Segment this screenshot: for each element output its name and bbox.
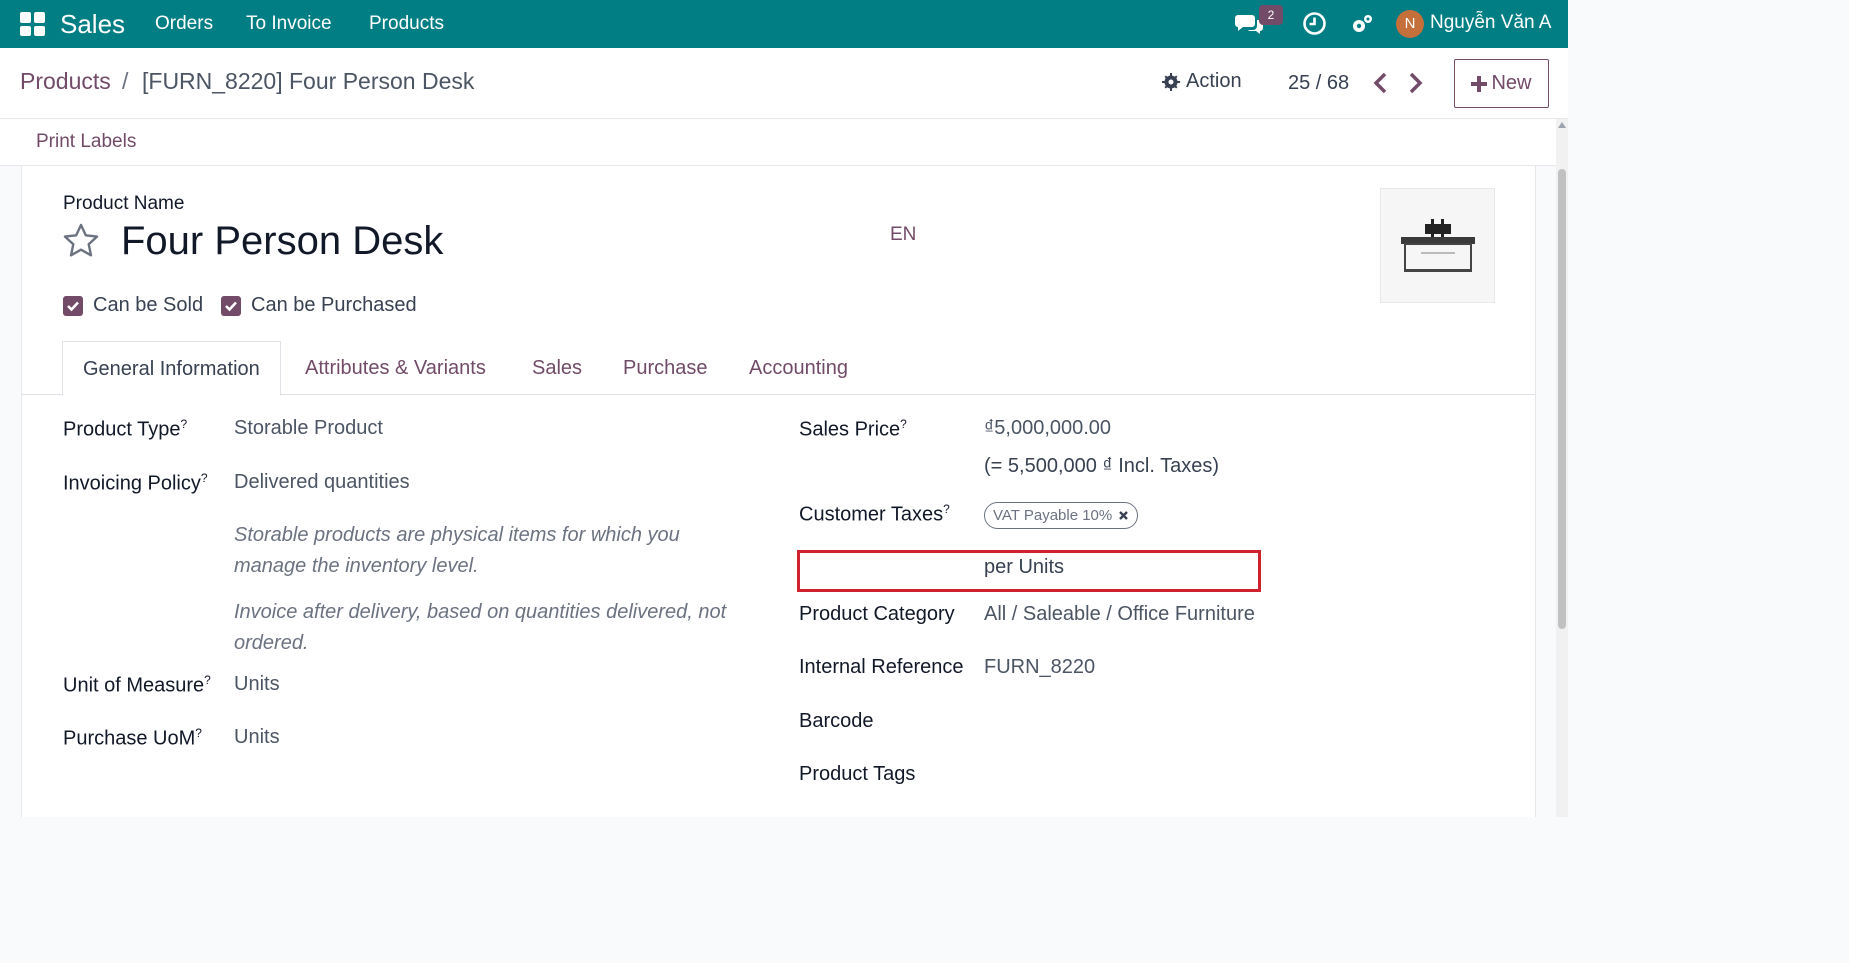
breadcrumb-separator: / [122,68,129,94]
product-category-label: Product Category [799,603,955,625]
activity-clock-icon[interactable] [1302,11,1327,36]
sales-price-value[interactable]: ₫5,000,000.00 [984,417,1111,440]
app-name[interactable]: Sales [60,9,125,40]
tab-purchase[interactable]: Purchase [623,341,708,395]
menu-products[interactable]: Products [369,13,444,35]
menu-to-invoice[interactable]: To Invoice [246,13,332,35]
menu-orders[interactable]: Orders [155,13,213,35]
tab-attributes-variants[interactable]: Attributes & Variants [305,341,486,395]
internal-reference-label: Internal Reference [799,656,964,678]
uom-value[interactable]: Units [234,673,280,696]
gear-icon [1162,72,1180,91]
language-button[interactable]: EN [890,224,916,246]
tab-accounting[interactable]: Accounting [749,341,848,395]
form-tabs: General Information Attributes & Variant… [22,341,1535,396]
status-bar: Print Labels [0,119,1556,166]
pager-value[interactable]: 25 / 68 [1288,72,1349,95]
invoicing-policy-label: Invoicing Policy? [63,471,208,495]
action-label: Action [1186,70,1242,92]
checkbox-checked[interactable] [221,295,241,316]
star-icon[interactable] [62,222,100,260]
user-name[interactable]: Nguyễn Văn A [1430,12,1551,34]
close-icon[interactable] [1118,510,1129,521]
print-labels-button[interactable]: Print Labels [36,131,136,153]
new-button[interactable]: New [1454,59,1549,108]
purchase-uom-label: Purchase UoM? [63,726,202,750]
breadcrumb-current: [FURN_8220] Four Person Desk [142,68,475,94]
can-be-sold-label: Can be Sold [93,294,204,316]
chat-count-badge: 2 [1259,5,1283,25]
can-be-sold-checkbox[interactable]: Can be Sold [63,294,203,317]
can-be-purchased-label: Can be Purchased [251,294,417,316]
desk-image-icon [1401,219,1475,272]
avatar[interactable]: N [1396,10,1424,38]
incl-taxes-value: (= 5,500,000 ₫ Incl. Taxes) [984,455,1220,477]
tax-tag[interactable]: VAT Payable 10% [984,502,1139,529]
invoicing-policy-value[interactable]: Delivered quantities [234,471,410,494]
per-units-value: per Units [984,556,1065,578]
chevron-left-icon[interactable] [1370,70,1392,96]
invoicing-policy-help: Invoice after delivery, based on quantit… [234,601,727,654]
product-type-help: Storable products are physical items for… [234,524,680,577]
product-image[interactable] [1380,188,1495,303]
new-label: New [1491,72,1532,94]
sales-price-label: Sales Price? [799,417,907,441]
check-icon [225,301,237,311]
product-type-value[interactable]: Storable Product [234,417,383,440]
purchase-uom-value[interactable]: Units [234,726,280,749]
plus-icon [1471,75,1488,92]
chevron-right-icon[interactable] [1404,70,1426,96]
scroll-thumb[interactable] [1558,169,1566,629]
product-tags-label: Product Tags [799,763,916,785]
app-grid-icon[interactable] [20,12,46,36]
top-navbar: Sales Orders To Invoice Products 2 N Ngu… [0,0,1568,48]
form-sheet: Product Name Four Person Desk EN Can be … [21,166,1536,817]
product-type-label: Product Type? [63,417,188,441]
settings-gears-icon[interactable] [1350,12,1374,36]
product-name-label: Product Name [63,193,185,214]
vertical-scrollbar[interactable] [1556,119,1568,817]
control-panel: Products / [FURN_8220] Four Person Desk … [0,48,1568,119]
tax-tag-label: VAT Payable 10% [993,507,1113,524]
uom-label: Unit of Measure? [63,673,211,697]
scroll-up-arrow-icon[interactable] [1557,121,1567,129]
checkbox-checked[interactable] [63,295,83,316]
barcode-label: Barcode [799,710,874,732]
product-category-value[interactable]: All / Saleable / Office Furniture [984,603,1255,626]
internal-reference-value[interactable]: FURN_8220 [984,656,1095,679]
action-button[interactable]: Action [1162,70,1242,93]
tab-general-information[interactable]: General Information [62,341,281,396]
tab-sales[interactable]: Sales [532,341,582,395]
breadcrumb-products[interactable]: Products [20,68,111,95]
check-icon [67,301,79,311]
can-be-purchased-checkbox[interactable]: Can be Purchased [221,294,417,317]
product-name-input[interactable]: Four Person Desk [121,219,443,264]
customer-taxes-label: Customer Taxes? [799,502,950,526]
